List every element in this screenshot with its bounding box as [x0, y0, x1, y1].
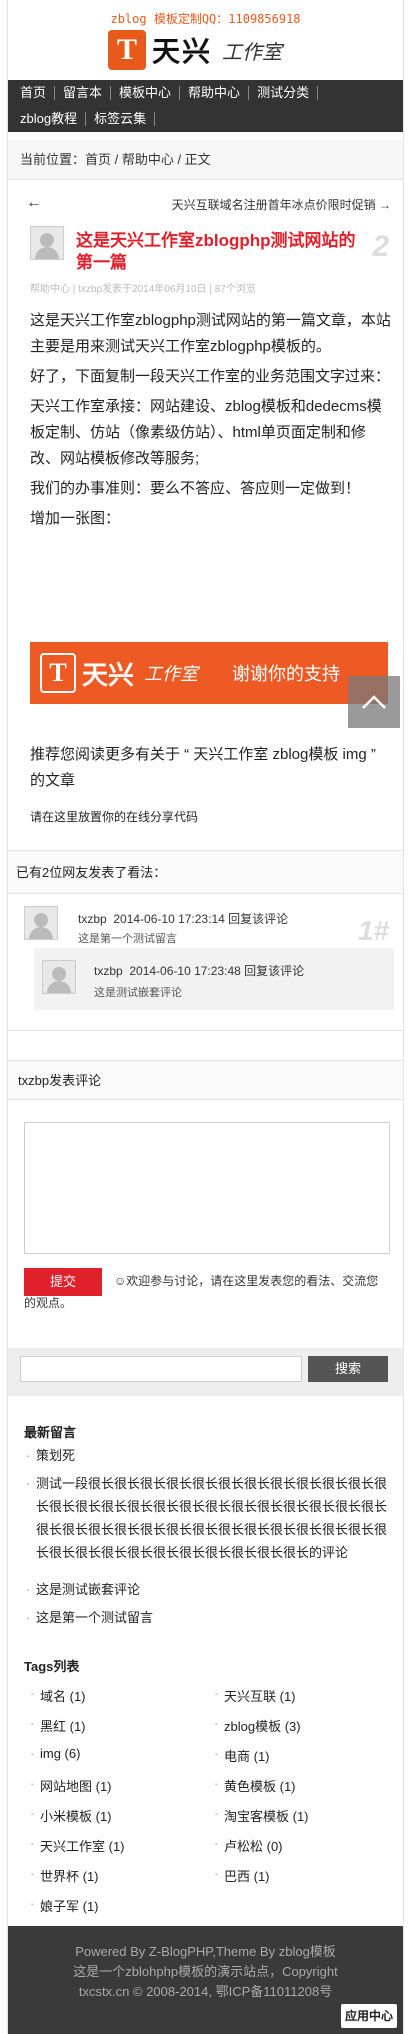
banner-text: 天兴 — [82, 659, 135, 690]
article-paragraph: 这是天兴工作室zblogphp测试网站的第一篇文章，本站主要是用来测试天兴工作室… — [30, 312, 391, 355]
article-paragraph: 好了，下面复制一段天兴工作室的业务范围文字过来： — [30, 368, 391, 385]
main-nav: 首页 留言本 模板中心 帮助中心 测试分类 zblog教程 标签云集 — [8, 80, 403, 132]
share-placeholder: 请在这里放置你的在线分享代码 — [30, 810, 199, 824]
tag-item[interactable]: 天兴工作室 (1) — [30, 1836, 125, 1855]
back-to-top-button[interactable] — [348, 676, 400, 728]
nav-item-guestbook[interactable]: 留言本 — [63, 86, 112, 100]
article-number: 2 — [372, 230, 389, 263]
recent-comment-item[interactable]: 策划死 — [26, 1446, 392, 1466]
article-meta: 帮助中心 | txzbp发表于2014年06月10日 | 87个浏览 — [30, 284, 256, 295]
comment-form-header: txzbp发表评论 — [8, 1060, 403, 1100]
breadcrumb: 当前位置：首页 / 帮助中心 / 正文 — [8, 140, 403, 180]
chevron-up-icon — [362, 695, 386, 709]
comment-floor: 1# — [357, 915, 389, 946]
footer-line-2: 这是一个zblohphp模板的演示站点，Copyright — [73, 1964, 338, 1979]
tag-item[interactable]: 黑红 (1) — [30, 1716, 86, 1735]
header-ad-text[interactable]: zblog 模板定制QQ：1109856918 — [8, 10, 403, 27]
nav-row-2: zblog教程 标签云集 — [8, 106, 403, 132]
banner-script: 工作室 — [144, 664, 199, 684]
nav-item-help[interactable]: 帮助中心 — [188, 86, 250, 100]
page: zblog 模板定制QQ：1109856918 T 天兴 工作室 首页 留言本 … — [8, 0, 403, 2034]
nav-item-tag-cloud[interactable]: 标签云集 — [94, 112, 156, 126]
reply-link[interactable]: 回复该评论 — [228, 912, 288, 926]
tag-item[interactable]: 域名 (1) — [30, 1686, 86, 1705]
nested-reply-link[interactable]: 回复该评论 — [244, 964, 304, 978]
article-content: 这是天兴工作室zblogphp测试网站的第一篇文章，本站主要是用来测试天兴工作室… — [30, 308, 392, 536]
prev-arrow-link[interactable]: ← — [26, 194, 42, 212]
search-button[interactable]: 搜索 — [308, 1356, 388, 1382]
tag-item[interactable]: 巴西 (1) — [214, 1866, 270, 1885]
app-center-badge[interactable]: 应用中心 — [340, 2004, 397, 2028]
article-paragraph: 我们的办事准则：要么不答应、答应则一定做到！ — [30, 480, 361, 497]
article-image-banner: T 天兴 工作室 谢谢你的支持 — [30, 642, 388, 704]
recent-comment-item[interactable]: 这是第一个测试留言 — [26, 1608, 392, 1628]
recent-comments-title: 最新留言 — [24, 1425, 77, 1440]
nested-comment-header: txzbp 2014-06-10 17:23:48 回复该评论 — [94, 962, 304, 979]
article-title: 这是天兴工作室zblogphp测试网站的第一篇 — [76, 231, 356, 272]
logo-script: 工作室 — [222, 41, 283, 64]
logo-mark: T — [108, 30, 146, 70]
related-articles[interactable]: 推荐您阅读更多有关于 “ 天兴工作室 zblog模板 img ” 的文章 — [30, 742, 392, 794]
tag-item[interactable]: img (6) — [30, 1746, 80, 1761]
tag-item[interactable]: 淘宝客模板 (1) — [214, 1806, 309, 1825]
comment-header: txzbp 2014-06-10 17:23:14 回复该评论 — [78, 910, 288, 927]
nested-comment-text: 这是测试嵌套评论 — [94, 987, 182, 999]
article-paragraph: 增加一张图： — [30, 510, 121, 527]
logo-text: 天兴 — [152, 36, 213, 67]
comment-textarea[interactable] — [24, 1122, 390, 1254]
footer: Powered By Z-BlogPHP,Theme By zblog模板 这是… — [8, 1926, 403, 2034]
nested-comment-time: 2014-06-10 17:23:48 — [129, 964, 241, 978]
nested-comment-author[interactable]: txzbp — [94, 964, 123, 978]
banner-mark: T — [40, 653, 76, 693]
nav-item-zblog-tutorial[interactable]: zblog教程 — [20, 112, 87, 126]
nav-row-1: 首页 留言本 模板中心 帮助中心 测试分类 — [8, 80, 403, 106]
commenter-avatar — [24, 906, 58, 940]
comment-text: 这是第一个测试留言 — [78, 933, 177, 945]
site-logo[interactable]: T 天兴 工作室 — [108, 28, 282, 72]
next-article-link[interactable]: 天兴互联域名注册首年冰点价限时促销 → — [172, 196, 391, 213]
author-avatar — [30, 226, 64, 260]
banner-thanks: 谢谢你的支持 — [232, 664, 341, 684]
recent-comment-item[interactable]: 测试一段很长很长很长很长很长很长很长很长很长很长很长很长很长很长很长很长很长很长… — [26, 1472, 392, 1564]
nested-commenter-avatar — [42, 960, 76, 994]
tag-item[interactable]: 天兴互联 (1) — [214, 1686, 296, 1705]
tag-item[interactable]: 黄色模板 (1) — [214, 1776, 296, 1795]
nav-item-templates[interactable]: 模板中心 — [119, 86, 181, 100]
comment-count: 已有2位网友发表了看法： — [8, 850, 403, 894]
tag-item[interactable]: 娘子军 (1) — [30, 1896, 99, 1915]
tag-item[interactable]: 网站地图 (1) — [30, 1776, 112, 1795]
divider — [8, 1030, 403, 1031]
tags-title: Tags列表 — [24, 1659, 80, 1674]
nav-item-test-category[interactable]: 测试分类 — [257, 86, 319, 100]
tag-item[interactable]: 小米模板 (1) — [30, 1806, 112, 1825]
tag-item[interactable]: zblog模板 (3) — [214, 1716, 301, 1735]
comment-author[interactable]: txzbp — [78, 912, 107, 926]
footer-line-3: txcstx.cn © 2008-2014, 鄂ICP备11011208号 — [78, 1984, 333, 1999]
nav-item-home[interactable]: 首页 — [20, 86, 56, 100]
submit-button[interactable]: 提交 — [24, 1268, 102, 1296]
tag-item[interactable]: 卢松松 (0) — [214, 1836, 283, 1855]
footer-line-1: Powered By Z-BlogPHP,Theme By zblog模板 — [75, 1944, 336, 1959]
recent-comment-item[interactable]: 这是测试嵌套评论 — [26, 1580, 392, 1600]
article-paragraph: 天兴工作室承接：网站建设、zblog模板和dedecms模板定制、仿站（像素级仿… — [30, 398, 382, 467]
tag-item[interactable]: 电商 (1) — [214, 1746, 270, 1765]
comment-time: 2014-06-10 17:23:14 — [113, 912, 225, 926]
search-input[interactable] — [20, 1356, 302, 1382]
nested-comment — [34, 948, 394, 1010]
tag-item[interactable]: 世界杯 (1) — [30, 1866, 99, 1885]
